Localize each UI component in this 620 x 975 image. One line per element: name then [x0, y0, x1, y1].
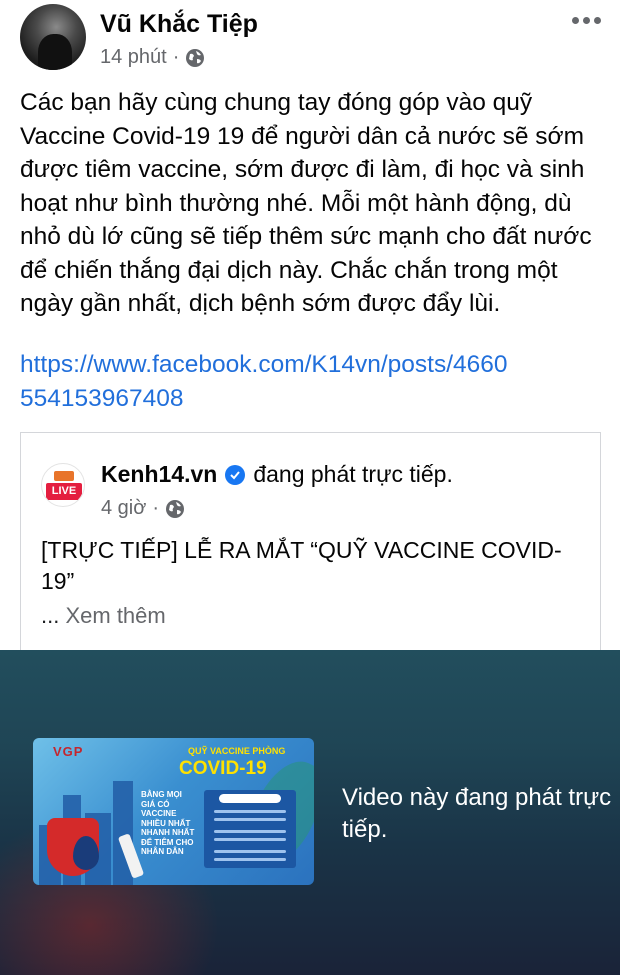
page-name[interactable]: Kenh14.vn	[101, 461, 217, 488]
thumbnail-info-box	[204, 790, 296, 868]
vaccine-drop-icon	[73, 836, 99, 870]
video-thumbnail[interactable]: VGP QUỸ VACCINE PHÒNG COVID-19 BẰNG MỌI …	[33, 738, 314, 885]
ellipsis: ...	[41, 603, 60, 628]
thumbnail-fund-title: COVID-19	[179, 758, 267, 779]
post-time[interactable]: 14 phút	[100, 46, 167, 69]
post-text: Các bạn hãy cùng chung tay đóng góp vào …	[20, 89, 592, 317]
more-horizontal-icon	[571, 16, 579, 24]
thumbnail-slogan: BẰNG MỌI GIÁ CÓ VACCINE NHIỀU NHẤT NHANH…	[141, 790, 195, 856]
post-header: Vũ Khắc Tiệp 14 phút ·	[0, 0, 620, 80]
post-link[interactable]: https://www.facebook.com/K14vn/posts/466…	[20, 348, 520, 415]
more-options-button[interactable]	[570, 10, 602, 30]
vgp-logo: VGP	[53, 744, 84, 759]
shared-page-line: Kenh14.vn đang phát trực tiếp.	[101, 461, 453, 488]
post-meta: 14 phút ·	[100, 46, 205, 69]
shared-time[interactable]: 4 giờ	[101, 497, 146, 520]
verified-badge-icon	[225, 464, 246, 485]
live-badge: LIVE	[46, 483, 82, 500]
see-more-label[interactable]: Xem thêm	[65, 603, 165, 628]
thumbnail-fund-top: QUỸ VACCINE PHÒNG	[188, 746, 286, 756]
author-name[interactable]: Vũ Khắc Tiệp	[100, 10, 258, 39]
page-avatar[interactable]: LIVE	[41, 463, 85, 507]
globe-icon[interactable]	[165, 499, 185, 519]
live-video-panel[interactable]: VGP QUỸ VACCINE PHÒNG COVID-19 BẰNG MỌI …	[0, 650, 620, 975]
shared-meta: 4 giờ ·	[101, 497, 185, 520]
meta-separator: ·	[152, 497, 160, 519]
live-video-note: Video này đang phát trực tiếp.	[342, 784, 612, 843]
see-more-link[interactable]: ... Xem thêm	[41, 603, 166, 629]
author-avatar[interactable]	[20, 4, 86, 70]
meta-separator: ·	[172, 46, 180, 68]
shared-title: [TRỰC TIẾP] LỄ RA MẮT “QUỸ VACCINE COVID…	[41, 537, 562, 594]
live-status: đang phát trực tiếp.	[253, 461, 453, 487]
globe-icon[interactable]	[185, 48, 205, 68]
